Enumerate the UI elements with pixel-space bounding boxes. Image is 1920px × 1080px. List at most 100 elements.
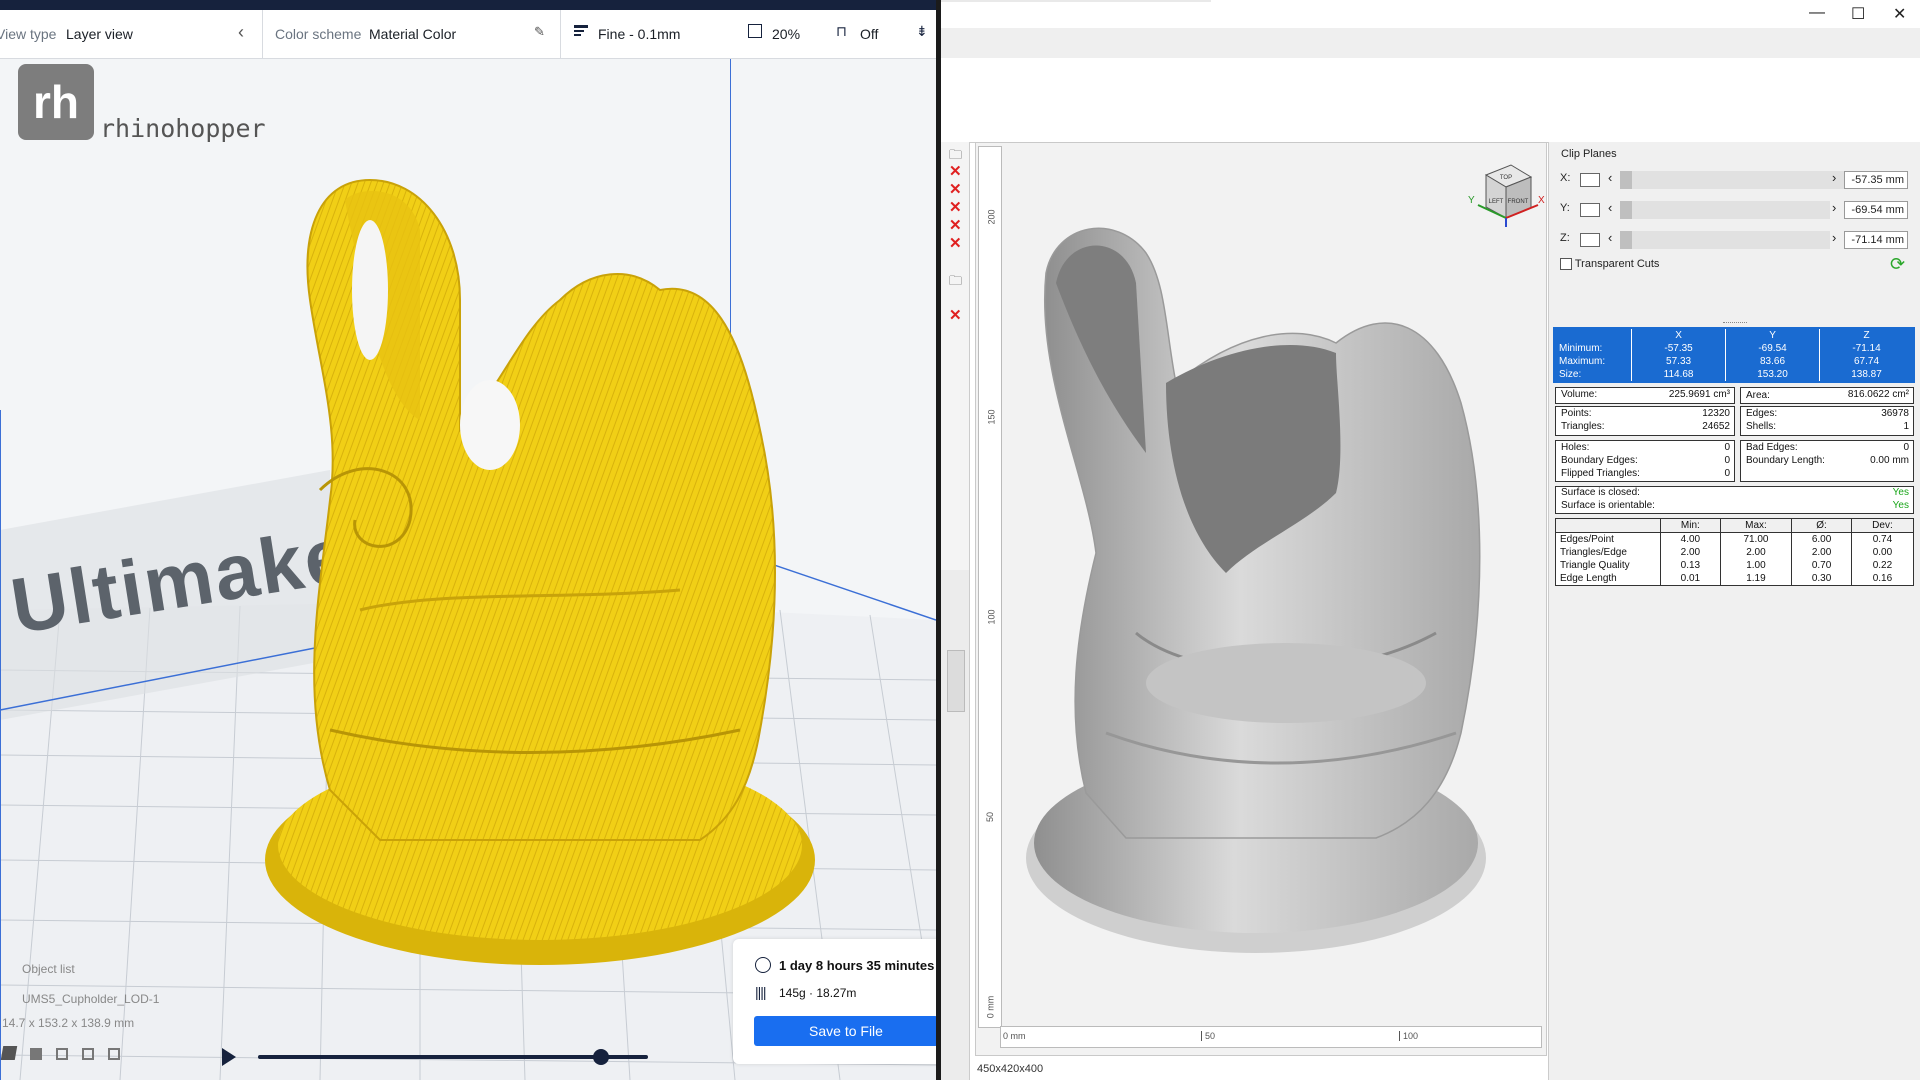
remove-part-icon[interactable]: ✕: [949, 216, 962, 234]
front-view-icon[interactable]: [30, 1048, 42, 1060]
ruler-label: 50: [985, 811, 996, 823]
clip-x-value[interactable]: -57.35 mm: [1844, 171, 1908, 189]
clip-plane-toggle[interactable]: [1580, 173, 1600, 187]
volume-label: Volume:: [1561, 389, 1598, 400]
clip-plane-toggle[interactable]: [1580, 233, 1600, 247]
save-to-file-button[interactable]: Save to File: [754, 1016, 936, 1046]
triangles-value: 24652: [1702, 421, 1730, 432]
chevron-right-icon[interactable]: ›: [1832, 230, 1836, 245]
title-bar: — ☐ ✕: [941, 0, 1920, 28]
quality-header-min: Min:: [1660, 518, 1721, 533]
clip-planes-title: Clip Planes: [1561, 148, 1617, 160]
chevron-left-icon[interactable]: ‹: [238, 22, 244, 43]
remove-part-icon[interactable]: ✕: [949, 306, 962, 324]
view-type-dropdown[interactable]: Layer view: [66, 26, 133, 42]
support-value[interactable]: Off: [860, 26, 878, 42]
3d-viewport[interactable]: TOP LEFT FRONT Y X: [975, 142, 1547, 1056]
view-settings-toolbar: View type Layer view ‹ Color scheme Mate…: [0, 10, 936, 59]
cura-header-bar: [0, 0, 936, 10]
boundary-edges-value: 0: [1724, 455, 1730, 466]
clip-plane-toggle[interactable]: [1580, 203, 1600, 217]
scrollbar[interactable]: [947, 650, 965, 712]
clip-plane-slider[interactable]: [1620, 201, 1830, 219]
infill-value[interactable]: 20%: [772, 26, 800, 42]
navigation-cube[interactable]: TOP LEFT FRONT Y X: [1456, 163, 1546, 243]
view-type-label: View type: [0, 26, 57, 42]
menu-bar: [941, 28, 1920, 58]
table-cell: 2.00: [1660, 546, 1721, 559]
3d-view-icon[interactable]: [0, 1046, 18, 1060]
chevron-left-icon[interactable]: ‹: [1608, 200, 1612, 215]
table-cell: 71.00: [1719, 532, 1792, 546]
bbox-header-z: Z: [1819, 328, 1914, 342]
refresh-icon[interactable]: ⟳: [1890, 254, 1905, 275]
table-row: Maximum: 57.33 83.66 67.74: [1554, 355, 1914, 368]
filament-icon: ||||: [755, 984, 767, 1000]
build-volume-edge-left: [0, 410, 1, 1080]
vertical-ruler: 200 150 100 50 0 mm: [978, 146, 1002, 1028]
volume-value: 225.9691 cm³: [1668, 389, 1730, 400]
table-cell: 138.87: [1819, 368, 1914, 382]
clip-axis-label: Y:: [1560, 202, 1570, 214]
chevron-right-icon[interactable]: ›: [1832, 200, 1836, 215]
chevron-right-icon[interactable]: ›: [1832, 170, 1836, 185]
triangles-label: Triangles:: [1561, 421, 1605, 432]
maximize-icon[interactable]: ☐: [1851, 4, 1865, 24]
sliced-model-preview[interactable]: [260, 170, 820, 970]
table-row: Size: 114.68 153.20 138.87: [1554, 368, 1914, 382]
close-icon[interactable]: ✕: [1893, 4, 1906, 24]
material-usage: 145g · 18.27m: [779, 986, 857, 1000]
transparent-cuts-option[interactable]: Transparent Cuts: [1560, 258, 1659, 271]
point-count-box: Points: 12320 Triangles: 24652: [1555, 406, 1735, 436]
clip-y-value[interactable]: -69.54 mm: [1844, 201, 1908, 219]
clip-plane-slider[interactable]: [1620, 231, 1830, 249]
ruler-label: 50: [1201, 1031, 1215, 1041]
print-profile-selector[interactable]: Fine - 0.1mm: [598, 26, 680, 42]
table-cell: -71.14: [1819, 342, 1914, 355]
infill-icon: [748, 24, 762, 38]
right-view-icon[interactable]: [108, 1048, 120, 1060]
top-view-icon[interactable]: [56, 1048, 68, 1060]
nav-top-label: TOP: [1500, 175, 1512, 181]
transparent-cuts-checkbox[interactable]: [1560, 258, 1572, 271]
folder-icon[interactable]: 🗀: [949, 272, 962, 294]
minimize-icon[interactable]: —: [1809, 4, 1825, 22]
table-cell: 153.20: [1725, 368, 1820, 382]
defects-box: Holes: 0 Boundary Edges: 0 Flipped Trian…: [1555, 440, 1735, 482]
remove-part-icon[interactable]: ✕: [949, 198, 962, 216]
table-cell: 0.74: [1850, 532, 1914, 546]
remove-part-icon[interactable]: ✕: [949, 180, 962, 198]
table-cell: 2.00: [1719, 546, 1792, 559]
adhesion-icon[interactable]: ⇟: [916, 23, 928, 40]
layer-slider-track[interactable]: [258, 1055, 648, 1059]
left-view-icon[interactable]: [82, 1048, 94, 1060]
table-cell: 0.70: [1791, 559, 1852, 572]
pencil-icon[interactable]: ✎: [534, 24, 545, 40]
object-list-item[interactable]: UMS5_Cupholder_LOD-1: [22, 992, 159, 1006]
quality-row-label: Triangle Quality: [1560, 560, 1630, 571]
table-cell: 0.01: [1660, 572, 1721, 586]
remove-part-icon[interactable]: ✕: [949, 234, 962, 252]
chevron-left-icon[interactable]: ‹: [1608, 230, 1612, 245]
clip-plane-x-row: X: ‹ › -57.35 mm: [1560, 169, 1920, 191]
bbox-row-label: Size:: [1559, 369, 1582, 380]
color-scheme-dropdown[interactable]: Material Color: [369, 26, 456, 42]
table-cell: -57.35: [1631, 342, 1726, 355]
remove-part-icon[interactable]: ✕: [949, 162, 962, 180]
play-simulation-icon[interactable]: [222, 1048, 236, 1066]
platform-size: 450x420x400: [977, 1063, 1044, 1075]
table-cell: 1.00: [1719, 559, 1792, 572]
object-list-header[interactable]: Object list: [22, 962, 75, 976]
shells-value: 1: [1903, 421, 1909, 432]
mesh-model-render[interactable]: [1016, 213, 1516, 1023]
panel-splitter[interactable]: [1549, 320, 1920, 326]
ruler-label: 100: [1399, 1031, 1418, 1041]
clip-z-value[interactable]: -71.14 mm: [1844, 231, 1908, 249]
surface-closed-label: Surface is closed:: [1561, 487, 1640, 498]
chevron-left-icon[interactable]: ‹: [1608, 170, 1612, 185]
quality-header-max: Max:: [1719, 518, 1792, 533]
table-cell: 0.22: [1850, 559, 1914, 572]
edges-label: Edges:: [1746, 408, 1778, 419]
boundary-edges-label: Boundary Edges:: [1561, 455, 1638, 466]
parts-tree-lower: [941, 570, 969, 1080]
